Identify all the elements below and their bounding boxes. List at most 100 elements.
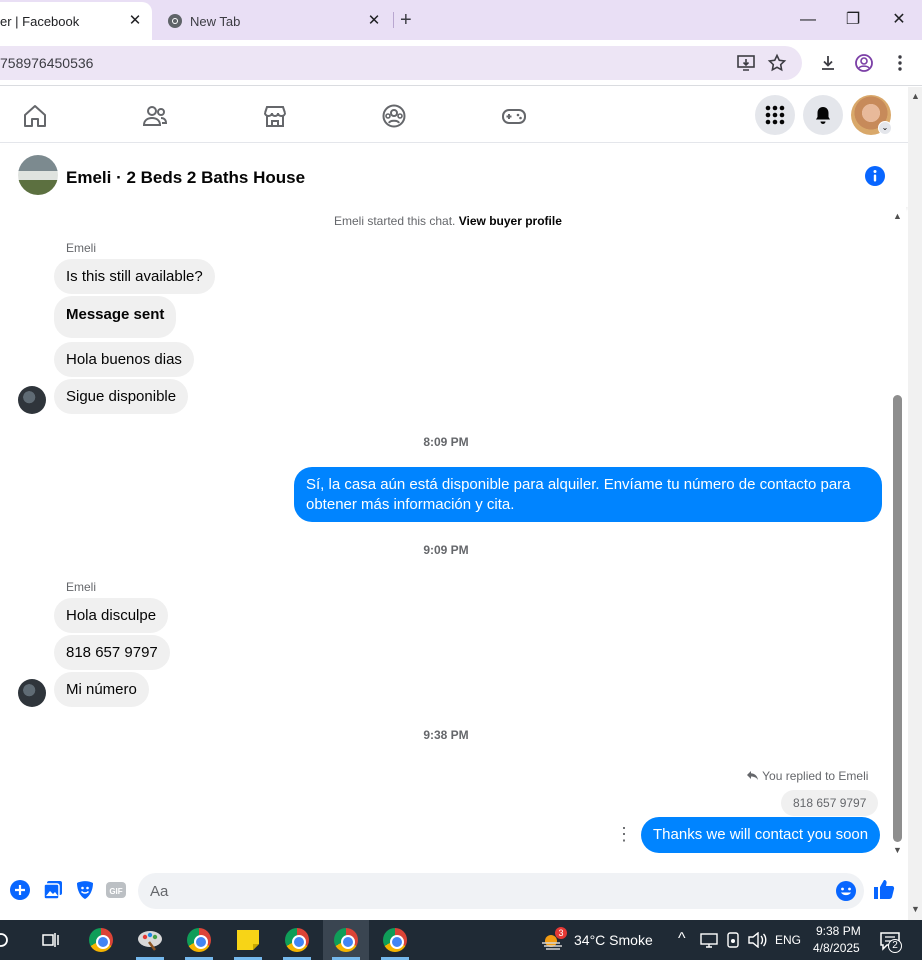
chevron-up-icon[interactable]: ^: [678, 930, 686, 948]
incoming-message[interactable]: 818 657 9797: [54, 635, 170, 670]
notifications-button[interactable]: [803, 95, 843, 135]
tab-title: er | Facebook: [0, 14, 80, 29]
new-tab-button[interactable]: +: [400, 10, 412, 30]
chrome-icon: [168, 14, 182, 28]
bookmark-star-icon[interactable]: [767, 53, 787, 73]
reply-arrow-icon: [747, 771, 758, 780]
page-scrollbar[interactable]: ▲ ▼: [908, 87, 922, 920]
search-icon[interactable]: [0, 931, 10, 949]
outgoing-message[interactable]: Thanks we will contact you soon: [641, 817, 881, 853]
tab-new-tab[interactable]: New Tab ✕: [162, 2, 392, 40]
home-icon[interactable]: [22, 103, 48, 129]
chrome-icon: [383, 928, 407, 952]
close-tab-icon[interactable]: ✕: [365, 12, 383, 30]
system-note-text: Emeli started this chat.: [334, 214, 456, 228]
url-text: 758976450536: [0, 55, 94, 71]
system-note: Emeli started this chat. View buyer prof…: [334, 214, 562, 228]
timestamp: 8:09 PM: [423, 435, 469, 449]
weather-text[interactable]: 34°C Smoke: [574, 932, 653, 948]
volume-icon[interactable]: [747, 932, 767, 948]
profile-account-icon[interactable]: [854, 53, 874, 73]
quoted-message[interactable]: 818 657 9797: [781, 790, 879, 816]
taskbar-app[interactable]: [127, 920, 173, 960]
sender-avatar[interactable]: [18, 386, 46, 414]
scroll-up-arrow-icon[interactable]: ▲: [893, 211, 902, 221]
plus-circle-icon[interactable]: [9, 879, 31, 901]
address-bar[interactable]: 758976450536: [0, 46, 802, 80]
chevron-down-icon[interactable]: ⌄: [878, 121, 892, 135]
scroll-down-arrow-icon[interactable]: ▼: [911, 904, 920, 914]
window-close-icon[interactable]: ✕: [888, 9, 910, 31]
incoming-message[interactable]: Message sent: [54, 296, 177, 338]
message-input[interactable]: Aa: [138, 873, 864, 909]
chat-title[interactable]: Emeli · 2 Beds 2 Baths House: [66, 168, 305, 188]
task-view-icon[interactable]: [40, 931, 60, 949]
clock-date[interactable]: 4/8/2025: [813, 941, 860, 955]
tab-title: New Tab: [190, 14, 241, 29]
timestamp: 9:38 PM: [423, 728, 469, 742]
language-indicator[interactable]: ENG: [775, 933, 801, 947]
more-options-icon[interactable]: ⋮: [615, 824, 633, 844]
message-composer: GIF Aa: [0, 870, 908, 920]
chrome-icon: [334, 928, 358, 952]
groups-icon[interactable]: [381, 103, 407, 129]
incoming-message[interactable]: Hola buenos dias: [54, 342, 194, 377]
weather-alert-badge: 3: [555, 927, 567, 939]
facebook-top-nav: [0, 87, 908, 143]
browser-toolbar: 758976450536: [0, 40, 922, 86]
reply-note-text: You replied to Emeli: [762, 769, 869, 783]
meet-now-icon[interactable]: [726, 932, 740, 948]
thumbs-up-icon[interactable]: [873, 878, 895, 900]
paint-app-icon: [138, 931, 162, 951]
windows-taskbar: 3 34°C Smoke ^ ENG 9:38 PM 4/8/2025 2: [0, 920, 922, 960]
info-icon[interactable]: [864, 165, 886, 187]
sender-avatar[interactable]: [18, 679, 46, 707]
sticky-notes-icon: [237, 930, 259, 950]
taskbar-chrome-profile[interactable]: [176, 920, 222, 960]
timestamp: 9:09 PM: [423, 543, 469, 557]
message-input-placeholder: Aa: [150, 883, 169, 900]
chat-scrollbar-thumb[interactable]: [893, 395, 902, 842]
grid-menu-icon: [765, 105, 785, 125]
taskbar-chrome-profile[interactable]: [372, 920, 418, 960]
listing-thumbnail[interactable]: [18, 155, 58, 195]
emoji-icon[interactable]: [835, 880, 857, 902]
taskbar-sticky-notes[interactable]: [225, 920, 271, 960]
chrome-icon: [187, 928, 211, 952]
friends-icon[interactable]: [142, 103, 168, 129]
gif-icon[interactable]: GIF: [105, 879, 127, 901]
download-icon[interactable]: [818, 53, 838, 73]
tab-divider: [393, 12, 394, 28]
close-tab-icon[interactable]: ✕: [126, 12, 144, 30]
svg-text:GIF: GIF: [109, 887, 122, 896]
gaming-icon[interactable]: [501, 103, 527, 129]
notification-count-badge: 2: [888, 939, 902, 953]
taskbar-chrome[interactable]: [78, 920, 124, 960]
outgoing-message[interactable]: Sí, la casa aún está disponible para alq…: [294, 467, 882, 522]
clock-time[interactable]: 9:38 PM: [816, 924, 861, 938]
network-icon[interactable]: [700, 932, 718, 948]
incoming-message[interactable]: Mi número: [54, 672, 149, 707]
restore-icon[interactable]: ❐: [842, 9, 864, 31]
minimize-icon[interactable]: —: [797, 9, 819, 31]
sender-name: Emeli: [66, 580, 97, 594]
photo-icon[interactable]: [42, 879, 64, 901]
install-app-icon[interactable]: [736, 53, 756, 73]
kebab-menu-icon[interactable]: [890, 53, 910, 73]
marketplace-icon[interactable]: [262, 103, 288, 129]
view-buyer-profile-link[interactable]: View buyer profile: [459, 214, 562, 228]
browser-tab-bar: er | Facebook ✕ New Tab ✕ + — ❐ ✕: [0, 0, 922, 40]
sticker-icon[interactable]: [74, 879, 96, 901]
incoming-message[interactable]: Sigue disponible: [54, 379, 189, 414]
chrome-icon: [89, 928, 113, 952]
scroll-down-arrow-icon[interactable]: ▼: [893, 845, 902, 855]
incoming-message[interactable]: Hola disculpe: [54, 598, 169, 633]
taskbar-chrome-profile-active[interactable]: [323, 920, 369, 960]
taskbar-chrome-profile[interactable]: [274, 920, 320, 960]
tab-facebook[interactable]: er | Facebook ✕: [0, 2, 152, 40]
reply-note: You replied to Emeli: [746, 769, 868, 783]
menu-button[interactable]: [755, 95, 795, 135]
scroll-up-arrow-icon[interactable]: ▲: [911, 91, 920, 101]
incoming-message[interactable]: Is this still available?: [54, 259, 215, 294]
chat-header: Emeli · 2 Beds 2 Baths House: [0, 145, 908, 207]
